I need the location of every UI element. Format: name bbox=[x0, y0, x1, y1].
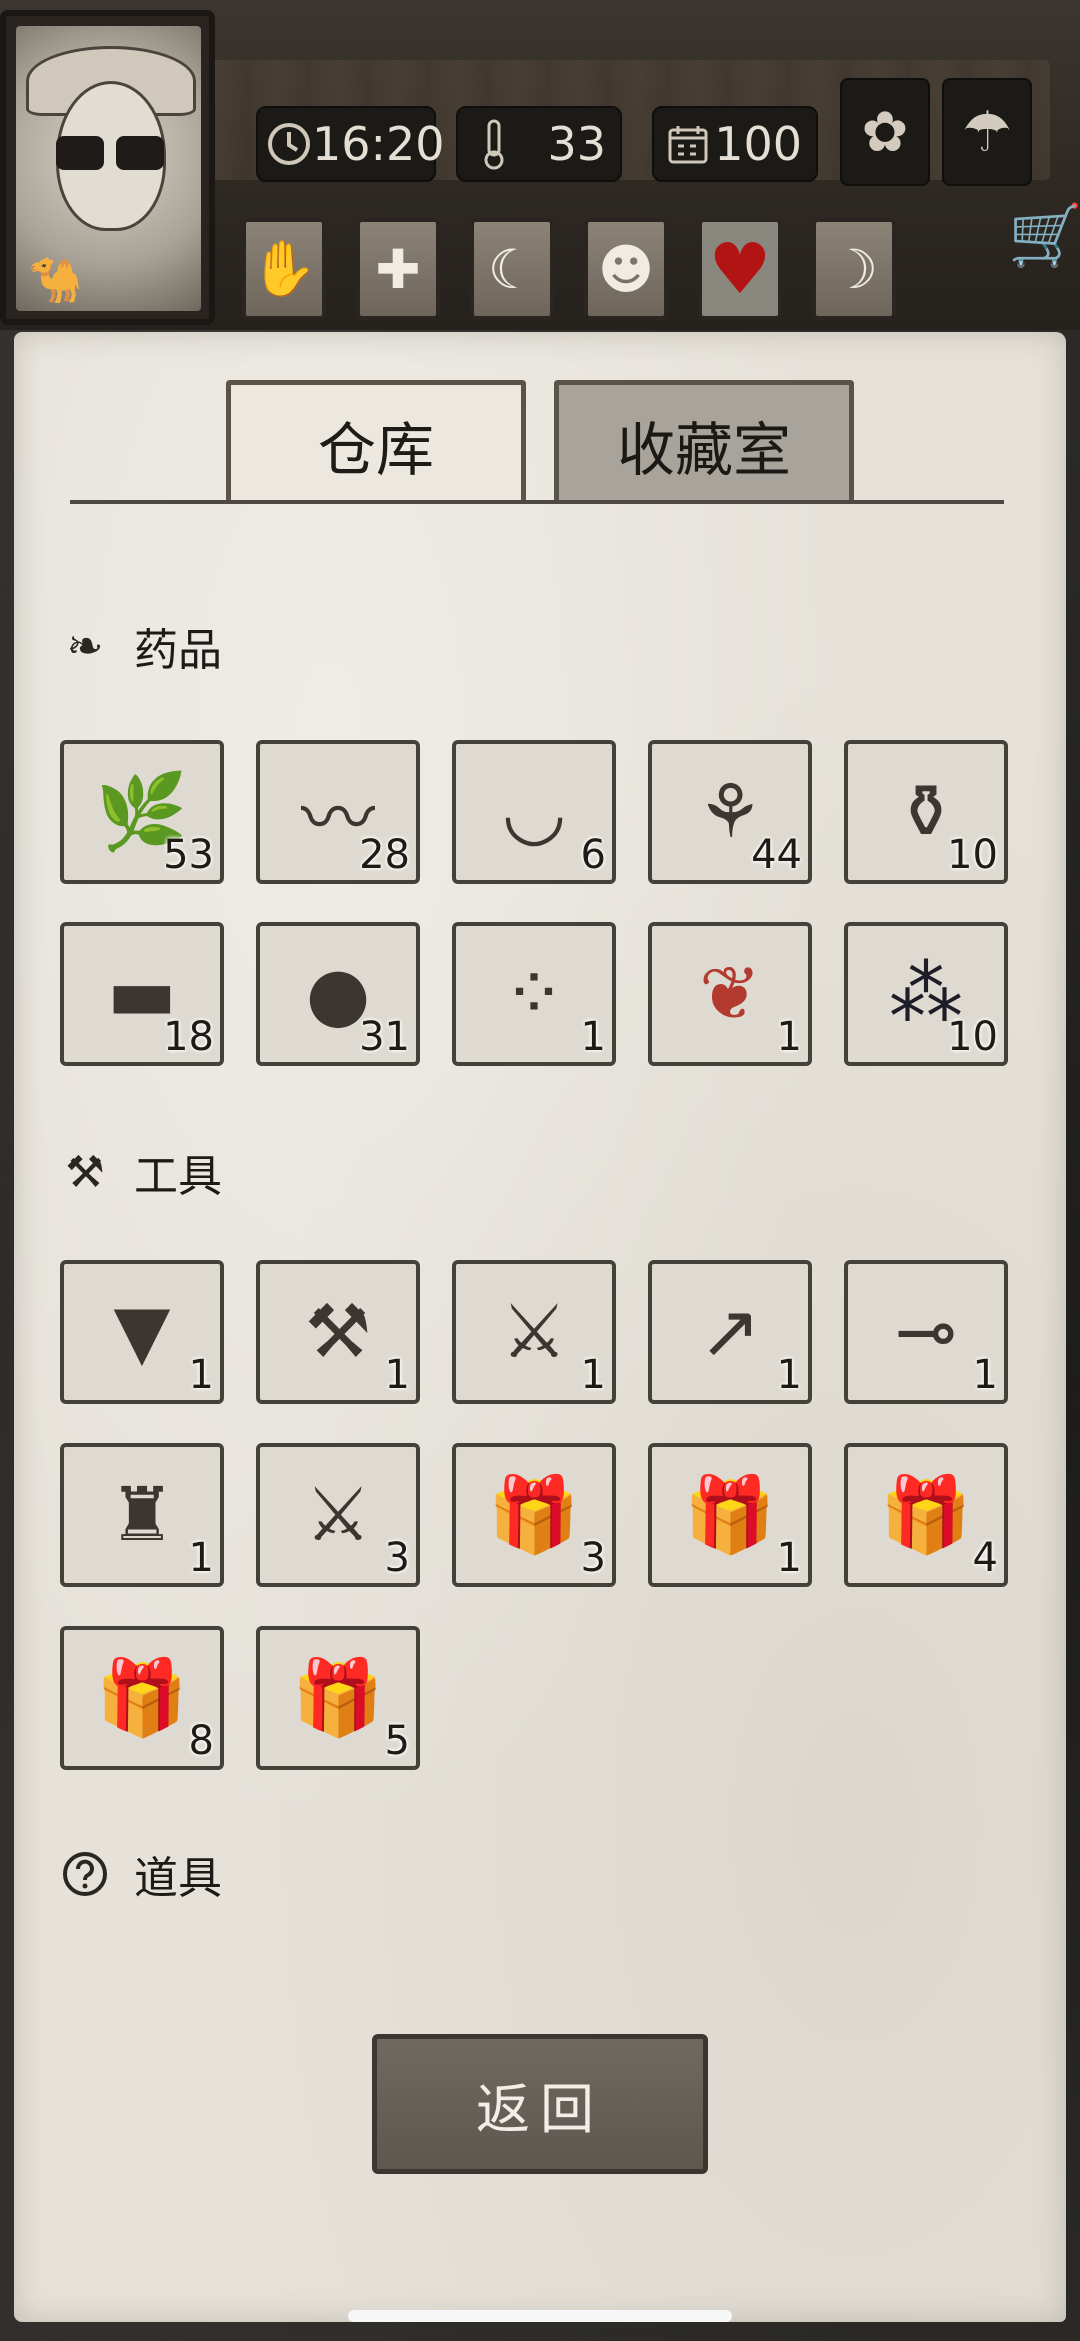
item-red-berries[interactable]: ❦ 1 bbox=[648, 922, 812, 1066]
item-medicine-bottle[interactable]: ⚱ 10 bbox=[844, 740, 1008, 884]
clock-icon bbox=[266, 116, 312, 172]
item-tool-gift-box[interactable]: 🎁 8 bbox=[60, 1626, 224, 1770]
tab-warehouse[interactable]: 仓库 bbox=[226, 380, 526, 504]
tabs-divider bbox=[70, 500, 1004, 504]
item-axe[interactable]: ⚒ 1 bbox=[256, 1260, 420, 1404]
item-qty: 8 bbox=[188, 1718, 214, 1764]
hand-icon[interactable]: ✋ bbox=[242, 218, 326, 320]
sunglasses bbox=[56, 136, 166, 170]
item-qty: 1 bbox=[580, 1014, 606, 1060]
back-button[interactable]: 返回 bbox=[372, 2034, 708, 2174]
item-weapon-gift-box[interactable]: 🎁 4 bbox=[844, 1443, 1008, 1587]
item-qty: 1 bbox=[776, 1014, 802, 1060]
item-qty: 28 bbox=[359, 832, 410, 878]
day-value: 100 bbox=[714, 117, 802, 171]
item-medical-gift-box[interactable]: 🎁 1 bbox=[648, 1443, 812, 1587]
item-double-axe[interactable]: ⚔ 1 bbox=[452, 1260, 616, 1404]
item-qty: 1 bbox=[776, 1352, 802, 1398]
item-qty: 1 bbox=[188, 1535, 214, 1581]
item-dark-berries[interactable]: ⁂ 10 bbox=[844, 922, 1008, 1066]
item-pill-ball[interactable]: ● 31 bbox=[256, 922, 420, 1066]
item-black-pills[interactable]: ⁘ 1 bbox=[452, 922, 616, 1066]
thermometer-icon bbox=[466, 116, 522, 172]
item-qty: 10 bbox=[947, 832, 998, 878]
item-qty: 44 bbox=[751, 832, 802, 878]
medicine-section-title: ❧ 药品 bbox=[60, 614, 222, 678]
item-food-gift-box[interactable]: 🎁 3 bbox=[452, 1443, 616, 1587]
item-ginseng-root[interactable]: ⚘ 44 bbox=[648, 740, 812, 884]
item-bandage[interactable]: 〰 28 bbox=[256, 740, 420, 884]
rain-cloud-icon[interactable]: ☂ bbox=[942, 78, 1032, 186]
stomach-icon[interactable]: ☾ bbox=[470, 218, 554, 320]
moon-icon[interactable]: ☽ bbox=[812, 218, 896, 320]
heart-icon[interactable]: ♥ bbox=[698, 218, 782, 320]
calendar-icon bbox=[662, 116, 714, 172]
item-herb-branch[interactable]: 🌿 53 bbox=[60, 740, 224, 884]
item-qty: 53 bbox=[163, 832, 214, 878]
item-frying-pan[interactable]: ⊸ 1 bbox=[844, 1260, 1008, 1404]
medical-cross-icon[interactable]: ✚ bbox=[356, 218, 440, 320]
item-qty: 1 bbox=[384, 1352, 410, 1398]
camel-icon: 🐪 bbox=[28, 255, 83, 306]
time-display: 16:20 bbox=[256, 106, 445, 182]
cart-icon[interactable]: 🛒 bbox=[1008, 200, 1080, 271]
item-qty: 31 bbox=[359, 1014, 410, 1060]
props-section-title: 道具 bbox=[60, 1842, 222, 1906]
tab-collection[interactable]: 收藏室 bbox=[554, 380, 854, 504]
sunflower-icon[interactable]: ✿ bbox=[840, 78, 930, 186]
item-qty: 1 bbox=[972, 1352, 998, 1398]
head-icon[interactable]: ☻ bbox=[584, 218, 668, 320]
item-qty: 1 bbox=[580, 1352, 606, 1398]
temperature-display: 33 bbox=[456, 106, 622, 182]
item-qty: 6 bbox=[580, 832, 606, 878]
item-vest[interactable]: ▼ 1 bbox=[60, 1260, 224, 1404]
wrench-icon: ⚒ bbox=[65, 1146, 105, 1198]
item-fur-coat[interactable]: ♜ 1 bbox=[60, 1443, 224, 1587]
leaf-icon: ❧ bbox=[66, 620, 104, 672]
home-indicator[interactable] bbox=[348, 2310, 732, 2322]
character-portrait[interactable]: 🐪 bbox=[0, 10, 215, 325]
question-circle-icon bbox=[60, 1849, 110, 1899]
top-hud: 🐪 16:20 33 100 ✿ ☂ ✋ ✚ ☾ ☻ ♥ ☽ 🛒 bbox=[0, 0, 1080, 330]
day-display: 100 bbox=[652, 106, 818, 182]
item-bowl[interactable]: ◡ 6 bbox=[452, 740, 616, 884]
tools-section-title: ⚒ 工具 bbox=[60, 1140, 222, 1204]
temperature-value: 33 bbox=[547, 117, 606, 171]
item-qty: 1 bbox=[188, 1352, 214, 1398]
time-value: 16:20 bbox=[312, 117, 445, 171]
item-qty: 18 bbox=[163, 1014, 214, 1060]
item-qty: 5 bbox=[384, 1718, 410, 1764]
item-qty: 3 bbox=[384, 1535, 410, 1581]
item-plaster[interactable]: ▬ 18 bbox=[60, 922, 224, 1066]
item-qty: 1 bbox=[776, 1535, 802, 1581]
item-qty: 3 bbox=[580, 1535, 606, 1581]
item-spear[interactable]: ↗ 1 bbox=[648, 1260, 812, 1404]
item-qty: 4 bbox=[972, 1535, 998, 1581]
item-lumber-gift-box[interactable]: 🎁 5 bbox=[256, 1626, 420, 1770]
item-qty: 10 bbox=[947, 1014, 998, 1060]
item-broad-sword[interactable]: ⚔ 3 bbox=[256, 1443, 420, 1587]
